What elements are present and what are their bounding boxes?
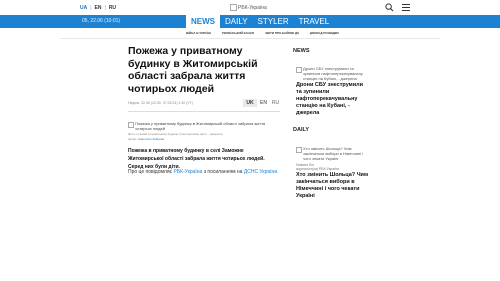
card-title[interactable]: Хто змінить Шольца? Чим закінчаться вибо… bbox=[296, 172, 368, 200]
lang-ru[interactable]: RU bbox=[109, 5, 116, 11]
header-divider bbox=[60, 38, 440, 39]
article-lang-ru[interactable]: RU bbox=[270, 99, 281, 107]
sidebar-daily-heading: DAILY bbox=[293, 127, 309, 133]
lang-separator: | bbox=[90, 5, 92, 11]
broken-image-icon bbox=[296, 66, 302, 73]
article-paragraph: Про це повідомляє РБК-Україна з посиланн… bbox=[128, 168, 293, 176]
hamburger-icon[interactable] bbox=[402, 4, 410, 11]
sidebar-news-card[interactable]: Дрони СБУ знеструмили та зупинили нафтоп… bbox=[296, 66, 368, 117]
sub-navigation: ВІЙНА В УКРАЇНІ УКРАЇНСЬКИЙ КАНАЛ ЗВІТИ … bbox=[186, 31, 339, 35]
lang-separator: | bbox=[104, 5, 106, 11]
paragraph-text: з посиланням на bbox=[203, 169, 243, 175]
lang-ua[interactable]: UA bbox=[80, 5, 87, 11]
subnav-link[interactable]: ЗВІТИ ПРО БОЙОВІ ДІЇ bbox=[265, 31, 299, 35]
tab-daily[interactable]: DAILY bbox=[220, 15, 253, 28]
article-image: Пожежа у приватному будинку в Житомирськ… bbox=[128, 111, 280, 132]
section-tabs: NEWS DAILY STYLER TRAVEL bbox=[186, 15, 334, 28]
subnav-link[interactable]: ВІЙНА В УКРАЇНІ bbox=[186, 31, 211, 35]
sidebar-news-heading: NEWS bbox=[293, 48, 310, 54]
language-switcher: UA | EN | RU bbox=[80, 5, 116, 11]
author-line: Автор: Анастасія Зайцева bbox=[128, 137, 164, 141]
card-image-alt: Хто змінить Шольца? Чим закінчаться вибо… bbox=[303, 146, 364, 161]
subnav-link[interactable]: УКРАЇНСЬКИЙ КАНАЛ bbox=[222, 31, 254, 35]
author-link[interactable]: Анастасія Зайцева bbox=[138, 137, 164, 141]
broken-image-icon bbox=[230, 4, 237, 11]
top-bar: UA | EN | RU РБК-Україна bbox=[0, 0, 500, 15]
lang-en[interactable]: EN bbox=[95, 5, 102, 11]
article-title: Пожежа у приватному будинку в Житомирськ… bbox=[128, 45, 258, 95]
article-lang-en[interactable]: EN bbox=[258, 99, 269, 107]
site-logo[interactable]: РБК-Україна bbox=[230, 4, 267, 11]
current-date: 05, 22.06 (10:01) bbox=[82, 18, 121, 24]
broken-image-icon bbox=[128, 121, 134, 128]
tab-travel[interactable]: TRAVEL bbox=[294, 15, 335, 28]
card-image-alt: Дрони СБУ знеструмили та зупинили нафтоп… bbox=[303, 66, 363, 81]
broken-image-icon bbox=[296, 146, 302, 153]
article-meta: Неділя, 22.06 (12:30, 07.03.24) 1:30 (УТ… bbox=[128, 101, 193, 105]
image-alt-text: Пожежа у приватному будинку в Житомирськ… bbox=[135, 121, 266, 131]
source-link[interactable]: РБК-Україна bbox=[173, 169, 202, 175]
author-label: Автор: bbox=[128, 137, 138, 141]
article-lang-uk[interactable]: UK bbox=[243, 99, 257, 107]
subnav-link[interactable]: ДОКЛАД РОЗВІДКИ bbox=[310, 31, 339, 35]
card-title[interactable]: Дрони СБУ знеструмили та зупинили нафтоп… bbox=[296, 82, 368, 117]
paragraph-text: Про це повідомляє bbox=[128, 169, 173, 175]
tab-news[interactable]: NEWS bbox=[186, 15, 220, 28]
card-author: журналіст(ка) РБК-Україна bbox=[296, 167, 340, 171]
photo-credit: Фото: пожежа в приватному будинку (ілюст… bbox=[128, 132, 223, 136]
sidebar-daily-card[interactable]: Хто змінить Шольца? Чим закінчаться вибо… bbox=[296, 146, 368, 200]
search-icon[interactable] bbox=[385, 3, 394, 12]
logo-alt-text: РБК-Україна bbox=[238, 4, 267, 11]
tab-styler[interactable]: STYLER bbox=[253, 15, 294, 28]
source-link[interactable]: ДСНС України. bbox=[244, 169, 279, 175]
